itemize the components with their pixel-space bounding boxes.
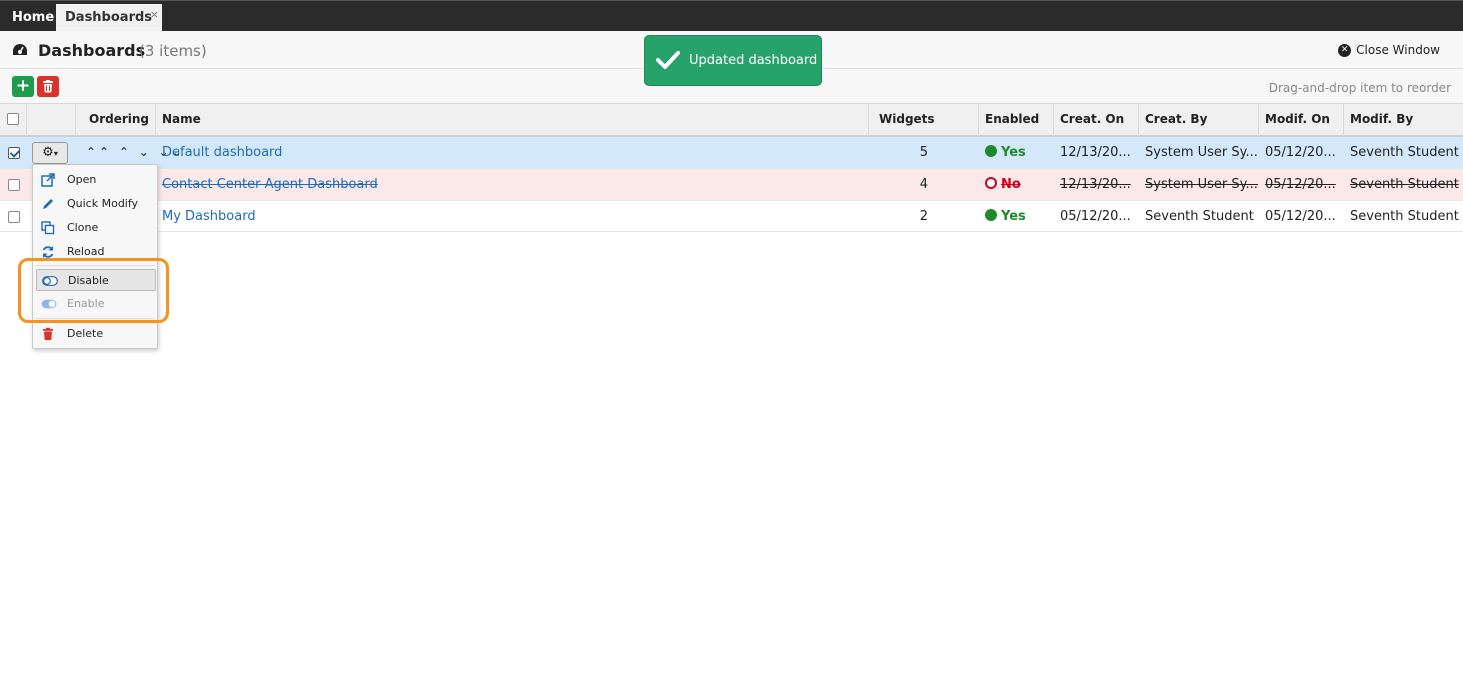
- column-header-created-on[interactable]: Creat. On: [1054, 104, 1139, 136]
- modified-on: 05/12/20...: [1265, 209, 1336, 224]
- column-header-name[interactable]: Name: [156, 104, 869, 136]
- pencil-icon: [43, 199, 53, 209]
- enabled-status: No: [979, 169, 1054, 201]
- enabled-dot-icon: [985, 209, 997, 221]
- actions-header: [27, 104, 76, 136]
- enabled-label: No: [1001, 177, 1021, 192]
- column-header-modified-by[interactable]: Modif. By: [1344, 104, 1463, 136]
- delete-button[interactable]: [37, 76, 59, 97]
- created-by: Seventh Student: [1145, 209, 1254, 224]
- highlight-annotation: [18, 258, 169, 323]
- close-window-label: Close Window: [1356, 43, 1440, 57]
- dashboard-name-link[interactable]: Contact Center Agent Dashboard: [156, 169, 856, 201]
- column-header-created-by[interactable]: Creat. By: [1139, 104, 1259, 136]
- created-on: 05/12/20...: [1060, 209, 1131, 224]
- table-row[interactable]: My Dashboard 2 Yes 05/12/20... Seventh S…: [0, 201, 1463, 232]
- toast-message: Updated dashboard: [689, 53, 818, 68]
- close-icon: ✕: [1338, 43, 1352, 57]
- menu-item-quick-modify[interactable]: Quick Modify: [36, 193, 156, 215]
- row-checkbox[interactable]: [8, 211, 20, 223]
- created-by: System User Sy...: [1145, 145, 1258, 160]
- disabled-dot-icon: [985, 177, 997, 189]
- row-checkbox[interactable]: [8, 147, 20, 159]
- menu-item-label: Delete: [67, 327, 104, 340]
- gear-icon: ⚙: [42, 145, 54, 160]
- item-count: (3 items): [139, 42, 207, 60]
- created-by: System User Sy...: [1145, 177, 1258, 192]
- tab-dashboards[interactable]: Dashboards ×: [56, 4, 162, 32]
- tab-bar: Home Dashboards ×: [0, 0, 1463, 32]
- menu-item-clone[interactable]: Clone: [36, 217, 156, 239]
- select-all-cell: [0, 104, 27, 136]
- modified-by: Seventh Student: [1350, 145, 1459, 160]
- modified-by: Seventh Student: [1350, 209, 1459, 224]
- created-on: 12/13/20...: [1060, 145, 1131, 160]
- modified-by: Seventh Student: [1350, 177, 1459, 192]
- dashboard-icon: [13, 44, 27, 55]
- dashboard-name-link[interactable]: My Dashboard: [156, 201, 856, 233]
- dashboard-name-link[interactable]: Default dashboard: [156, 137, 856, 169]
- table-row[interactable]: ⚙▾ ⌃⌃ ⌃ ⌄ ⌄⌄ Default dashboard 5 Yes 12/…: [0, 137, 1463, 169]
- enabled-label: Yes: [1001, 209, 1026, 224]
- column-header-enabled[interactable]: Enabled: [979, 104, 1054, 136]
- menu-item-delete[interactable]: Delete: [36, 323, 156, 345]
- widgets-count: 5: [919, 145, 928, 160]
- menu-item-label: Clone: [67, 221, 99, 234]
- external-link-icon: [41, 173, 55, 187]
- row-actions-button[interactable]: ⚙▾: [32, 142, 68, 164]
- select-all-checkbox[interactable]: [7, 113, 19, 125]
- widgets-count: 2: [919, 209, 928, 224]
- modified-on: 05/12/20...: [1265, 145, 1336, 160]
- widgets-count: 4: [919, 177, 928, 192]
- tab-home[interactable]: Home: [3, 4, 64, 32]
- menu-item-label: Quick Modify: [67, 197, 139, 210]
- close-window-button[interactable]: ✕ Close Window: [1338, 43, 1440, 57]
- menu-item-label: Reload: [67, 245, 105, 258]
- column-header-modified-on[interactable]: Modif. On: [1259, 104, 1344, 136]
- success-toast: Updated dashboard: [644, 35, 822, 86]
- check-icon: [656, 51, 680, 69]
- add-button[interactable]: +: [12, 76, 34, 97]
- table-row[interactable]: Contact Center Agent Dashboard 4 No 12/1…: [0, 169, 1463, 201]
- row-checkbox[interactable]: [8, 179, 20, 191]
- page-title: Dashboards: [38, 41, 146, 60]
- caret-down-icon: ▾: [53, 149, 58, 158]
- drag-hint: Drag-and-drop item to reorder: [1268, 81, 1451, 95]
- menu-item-open[interactable]: Open: [36, 169, 156, 191]
- column-header-ordering[interactable]: Ordering: [76, 104, 156, 136]
- enabled-status: Yes: [979, 137, 1054, 169]
- trash-icon: [43, 80, 53, 93]
- enabled-status: Yes: [979, 201, 1054, 233]
- menu-item-label: Open: [67, 173, 97, 186]
- column-header-widgets-count[interactable]: Widgets Count: [869, 104, 979, 156]
- created-on: 12/13/20...: [1060, 177, 1131, 192]
- enabled-label: Yes: [1001, 145, 1026, 160]
- clone-icon: [41, 221, 55, 235]
- trash-icon: [43, 327, 53, 340]
- close-tab-icon[interactable]: ×: [150, 1, 159, 29]
- table-header: Ordering Name Widgets Count Enabled Crea…: [0, 103, 1463, 156]
- modified-on: 05/12/20...: [1265, 177, 1336, 192]
- reload-icon: [42, 246, 54, 258]
- enabled-dot-icon: [985, 145, 997, 157]
- tab-dashboards-label: Dashboards: [65, 10, 153, 25]
